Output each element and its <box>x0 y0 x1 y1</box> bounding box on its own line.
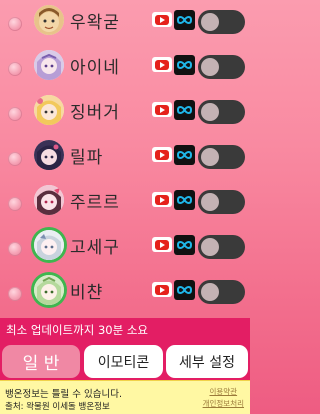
streamer-row-jingburger: 징버거 <box>0 91 250 135</box>
streamer-row-viichan: 비챤 <box>0 271 250 315</box>
notification-toggle[interactable] <box>198 55 245 79</box>
streamer-name: 비챤 <box>70 283 104 303</box>
infinity-link-icon[interactable] <box>174 10 195 30</box>
footer-links: 이용약관 개인정보처리 <box>203 386 244 410</box>
lilpa-avatar-icon[interactable] <box>34 140 64 170</box>
youtube-icon[interactable] <box>152 57 172 72</box>
streamer-row-woowakgood: 우왁굳 <box>0 1 250 45</box>
footer-notice: 뱅온정보는 틀릴 수 있습니다. 출처: 왁물원 이세돌 뱅온정보 이용약관 개… <box>0 380 250 414</box>
ine-avatar-icon[interactable] <box>34 50 64 80</box>
status-dot <box>8 197 22 211</box>
status-dot <box>8 17 22 31</box>
notification-toggle[interactable] <box>198 190 245 214</box>
notification-toggle[interactable] <box>198 10 245 34</box>
streamer-name: 징버거 <box>70 103 120 123</box>
streamer-row-ine: 아이네 <box>0 46 250 90</box>
privacy-link[interactable]: 개인정보처리 <box>203 398 244 410</box>
tab-bar: 일 반 이모티콘 세부 설정 <box>0 342 250 380</box>
jingburger-avatar-icon[interactable] <box>34 95 64 125</box>
tab-general[interactable]: 일 반 <box>2 345 80 378</box>
youtube-icon[interactable] <box>152 102 172 117</box>
update-status-text: 최소 업데이트까지 30분 소요 <box>0 318 250 342</box>
infinity-link-icon[interactable] <box>174 235 195 255</box>
tab-emoticons[interactable]: 이모티콘 <box>84 345 163 378</box>
infinity-link-icon[interactable] <box>174 145 195 165</box>
streamer-name: 아이네 <box>70 58 120 78</box>
notification-toggle[interactable] <box>198 280 245 304</box>
youtube-icon[interactable] <box>152 192 172 207</box>
streamer-name: 주르르 <box>70 193 120 213</box>
gosegu-avatar-icon[interactable] <box>34 230 64 260</box>
youtube-icon[interactable] <box>152 237 172 252</box>
streamer-row-gosegu: 고세구 <box>0 226 250 270</box>
tab-detailed-settings[interactable]: 세부 설정 <box>166 345 248 378</box>
infinity-link-icon[interactable] <box>174 55 195 75</box>
streamer-list: 우왁굳 아이네 징버거 릴파 주르르 고세구 비챤 <box>0 0 250 318</box>
streamer-name: 우왁굳 <box>70 13 120 33</box>
youtube-icon[interactable] <box>152 12 172 27</box>
footer-disclaimer: 뱅온정보는 틀릴 수 있습니다. <box>5 389 122 400</box>
viichan-avatar-icon[interactable] <box>34 275 64 305</box>
streamer-name: 릴파 <box>70 148 104 168</box>
streamer-row-jururu: 주르르 <box>0 181 250 225</box>
streamer-row-lilpa: 릴파 <box>0 136 250 180</box>
youtube-icon[interactable] <box>152 147 172 162</box>
notification-toggle[interactable] <box>198 145 245 169</box>
streamer-name: 고세구 <box>70 238 120 258</box>
notification-toggle[interactable] <box>198 235 245 259</box>
status-dot <box>8 287 22 301</box>
status-dot <box>8 107 22 121</box>
infinity-link-icon[interactable] <box>174 280 195 300</box>
infinity-link-icon[interactable] <box>174 100 195 120</box>
status-dot <box>8 242 22 256</box>
status-dot <box>8 152 22 166</box>
status-dot <box>8 62 22 76</box>
jururu-avatar-icon[interactable] <box>34 185 64 215</box>
youtube-icon[interactable] <box>152 282 172 297</box>
infinity-link-icon[interactable] <box>174 190 195 210</box>
footer-source: 출처: 왁물원 이세돌 뱅온정보 <box>5 402 110 412</box>
woowakgood-avatar-icon[interactable] <box>34 5 64 35</box>
terms-link[interactable]: 이용약관 <box>203 386 244 398</box>
notification-toggle[interactable] <box>198 100 245 124</box>
